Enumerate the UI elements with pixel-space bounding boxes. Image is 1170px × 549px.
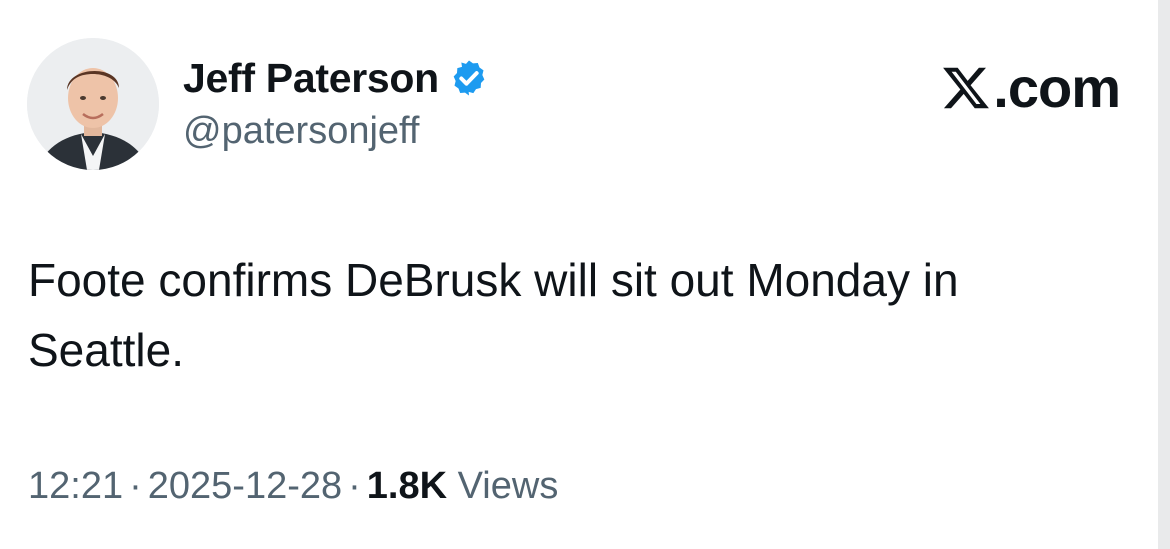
verified-badge-icon xyxy=(453,60,485,96)
author-handle[interactable]: @patersonjeff xyxy=(183,108,419,154)
brand-mark: .com xyxy=(941,56,1121,119)
tweet-card: Jeff Paterson @patersonjeff .com Foote c… xyxy=(0,0,1170,549)
tweet-text: Foote confirms DeBrusk will sit out Mond… xyxy=(28,254,959,376)
x-logo-icon xyxy=(943,67,990,109)
tweet-meta: 12:21 · 2025-12-28 · 1.8K Views xyxy=(28,463,558,509)
tweet-date[interactable]: 2025-12-28 xyxy=(148,465,342,507)
avatar[interactable] xyxy=(27,38,159,170)
author-display-name[interactable]: Jeff Paterson xyxy=(183,52,439,104)
scroll-edge xyxy=(1158,0,1170,549)
meta-separator: · xyxy=(129,465,142,507)
meta-separator: · xyxy=(348,465,361,507)
tweet-time[interactable]: 12:21 xyxy=(28,465,123,507)
avatar-image xyxy=(27,38,159,170)
author-name-row: Jeff Paterson xyxy=(183,52,489,104)
views-label: Views xyxy=(457,465,559,507)
brand-label: .com xyxy=(993,56,1121,119)
views-count: 1.8K xyxy=(366,465,448,507)
